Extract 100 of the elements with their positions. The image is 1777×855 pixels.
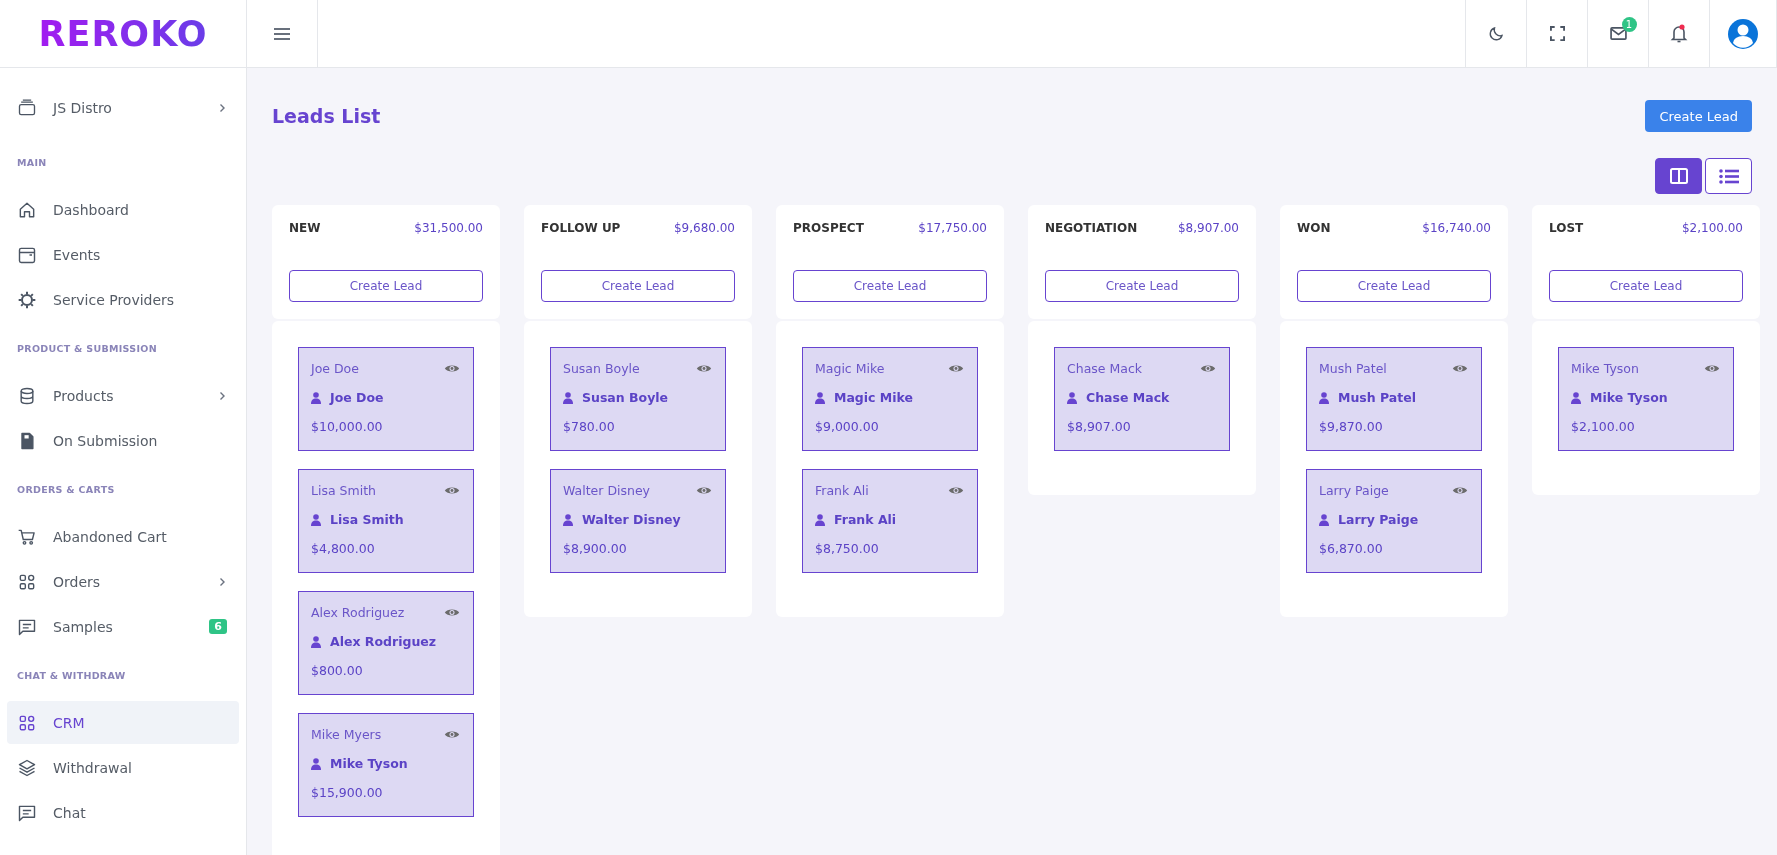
eye-icon[interactable] (444, 485, 460, 496)
eye-icon[interactable] (444, 363, 460, 374)
stage-name: LOST (1549, 221, 1584, 235)
person-icon (1067, 391, 1077, 404)
lead-title: Larry Paige (1319, 483, 1389, 498)
lead-card[interactable]: Frank Ali Frank Ali $8,750.00 (802, 469, 978, 573)
list-view-button[interactable] (1705, 158, 1752, 194)
sidebar-item[interactable]: Withdrawal (7, 746, 239, 789)
stage-name: FOLLOW UP (541, 221, 621, 235)
lead-title: Magic Mike (815, 361, 885, 376)
sidebar-item[interactable]: Products (7, 374, 239, 417)
person-icon (311, 391, 321, 404)
create-lead-button[interactable]: Create Lead (1549, 270, 1743, 302)
columns-icon (1669, 168, 1688, 184)
section-heading: ORDERS & CARTS (16, 483, 116, 497)
menu-icon[interactable] (274, 27, 290, 40)
contact-name: Frank Ali (834, 512, 897, 527)
create-lead-button[interactable]: Create Lead (1297, 270, 1491, 302)
lead-card[interactable]: Joe Doe Joe Doe $10,000.00 (298, 347, 474, 451)
wallet-icon (17, 97, 37, 118)
moon-icon[interactable] (1487, 24, 1505, 43)
lead-amount: $6,870.00 (1319, 541, 1384, 556)
lead-title: Susan Boyle (563, 361, 640, 376)
sidebar-item[interactable]: Events (7, 233, 239, 276)
avatar-icon[interactable] (1727, 17, 1759, 50)
lead-card[interactable]: Larry Paige Larry Paige $6,870.00 (1306, 469, 1482, 573)
lead-amount: $8,907.00 (1067, 419, 1132, 434)
fullscreen-icon[interactable] (1549, 26, 1565, 41)
contact-name: Chase Mack (1086, 390, 1170, 405)
lead-amount: $8,900.00 (563, 541, 628, 556)
create-lead-button[interactable]: Create Lead (541, 270, 735, 302)
sidebar-item[interactable]: Samples 6 (7, 605, 239, 648)
section-heading: CHAT & WITHDRAW (16, 669, 127, 683)
lead-title: Mike Myers (311, 727, 382, 742)
lead-amount: $800.00 (311, 663, 364, 678)
create-lead-button[interactable]: Create Lead (1045, 270, 1239, 302)
board-view-button[interactable] (1655, 158, 1702, 194)
mail-icon[interactable] (1609, 27, 1627, 40)
lead-title: Mush Patel (1319, 361, 1387, 376)
lead-amount: $9,870.00 (1319, 419, 1384, 434)
eye-icon[interactable] (444, 729, 460, 740)
lead-amount: $10,000.00 (311, 419, 384, 434)
person-icon (815, 391, 825, 404)
eye-icon[interactable] (1452, 485, 1468, 496)
person-icon (563, 513, 573, 526)
stage-total: $17,750.00 (918, 221, 987, 235)
contact-name: Walter Disney (582, 512, 681, 527)
create-lead-button[interactable]: Create Lead (1645, 100, 1752, 132)
sidebar-item[interactable]: Service Providers (7, 278, 239, 321)
person-icon (311, 513, 321, 526)
person-icon (311, 757, 321, 770)
lead-amount: $8,750.00 (815, 541, 880, 556)
layers-icon (17, 757, 37, 778)
lead-card[interactable]: Lisa Smith Lisa Smith $4,800.00 (298, 469, 474, 573)
lead-card[interactable]: Mike Tyson Mike Tyson $2,100.00 (1558, 347, 1734, 451)
section-heading: MAIN (16, 156, 48, 170)
lead-title: Mike Tyson (1571, 361, 1639, 376)
bell-icon[interactable] (1670, 23, 1688, 44)
stage-name: NEW (289, 221, 321, 235)
eye-icon[interactable] (696, 485, 712, 496)
eye-icon[interactable] (1452, 363, 1468, 374)
lead-card[interactable]: Mush Patel Mush Patel $9,870.00 (1306, 347, 1482, 451)
stage-total: $2,100.00 (1681, 221, 1743, 235)
lead-card[interactable]: Mike Myers Mike Tyson $15,900.00 (298, 713, 474, 817)
create-lead-button[interactable]: Create Lead (289, 270, 483, 302)
stage-total: $8,907.00 (1177, 221, 1239, 235)
lead-amount: $2,100.00 (1571, 419, 1636, 434)
gear-icon (17, 289, 37, 310)
contact-name: Lisa Smith (330, 512, 404, 527)
lead-amount: $780.00 (563, 419, 616, 434)
lead-card[interactable]: Susan Boyle Susan Boyle $780.00 (550, 347, 726, 451)
lead-title: Frank Ali (815, 483, 869, 498)
eye-icon[interactable] (948, 363, 964, 374)
lead-card[interactable]: Magic Mike Magic Mike $9,000.00 (802, 347, 978, 451)
eye-icon[interactable] (444, 607, 460, 618)
create-lead-button[interactable]: Create Lead (793, 270, 987, 302)
stage-total: $9,680.00 (673, 221, 735, 235)
eye-icon[interactable] (948, 485, 964, 496)
sidebar-item[interactable]: Dashboard (7, 188, 239, 231)
eye-icon[interactable] (1200, 363, 1216, 374)
stage-total: $16,740.00 (1422, 221, 1491, 235)
contact-name: Larry Paige (1338, 512, 1419, 527)
workspace-switcher[interactable]: JS Distro (7, 86, 239, 129)
sidebar-item[interactable]: Chat (7, 791, 239, 834)
person-icon (1571, 391, 1581, 404)
lead-card[interactable]: Walter Disney Walter Disney $8,900.00 (550, 469, 726, 573)
sidebar-item[interactable]: Abandoned Cart (7, 515, 239, 558)
contact-name: Mush Patel (1338, 390, 1417, 405)
lead-title: Alex Rodriguez (311, 605, 405, 620)
sidebar-item[interactable]: Orders (7, 560, 239, 603)
eye-icon[interactable] (1704, 363, 1720, 374)
contact-name: Mike Tyson (330, 756, 408, 771)
eye-icon[interactable] (696, 363, 712, 374)
sidebar-item[interactable]: CRM (7, 701, 239, 744)
lead-card[interactable]: Alex Rodriguez Alex Rodriguez $800.00 (298, 591, 474, 695)
contact-name: Joe Doe (330, 390, 384, 405)
stage-total: $31,500.00 (414, 221, 483, 235)
lead-card[interactable]: Chase Mack Chase Mack $8,907.00 (1054, 347, 1230, 451)
sidebar-item[interactable]: On Submission (7, 419, 239, 462)
lead-amount: $9,000.00 (815, 419, 880, 434)
